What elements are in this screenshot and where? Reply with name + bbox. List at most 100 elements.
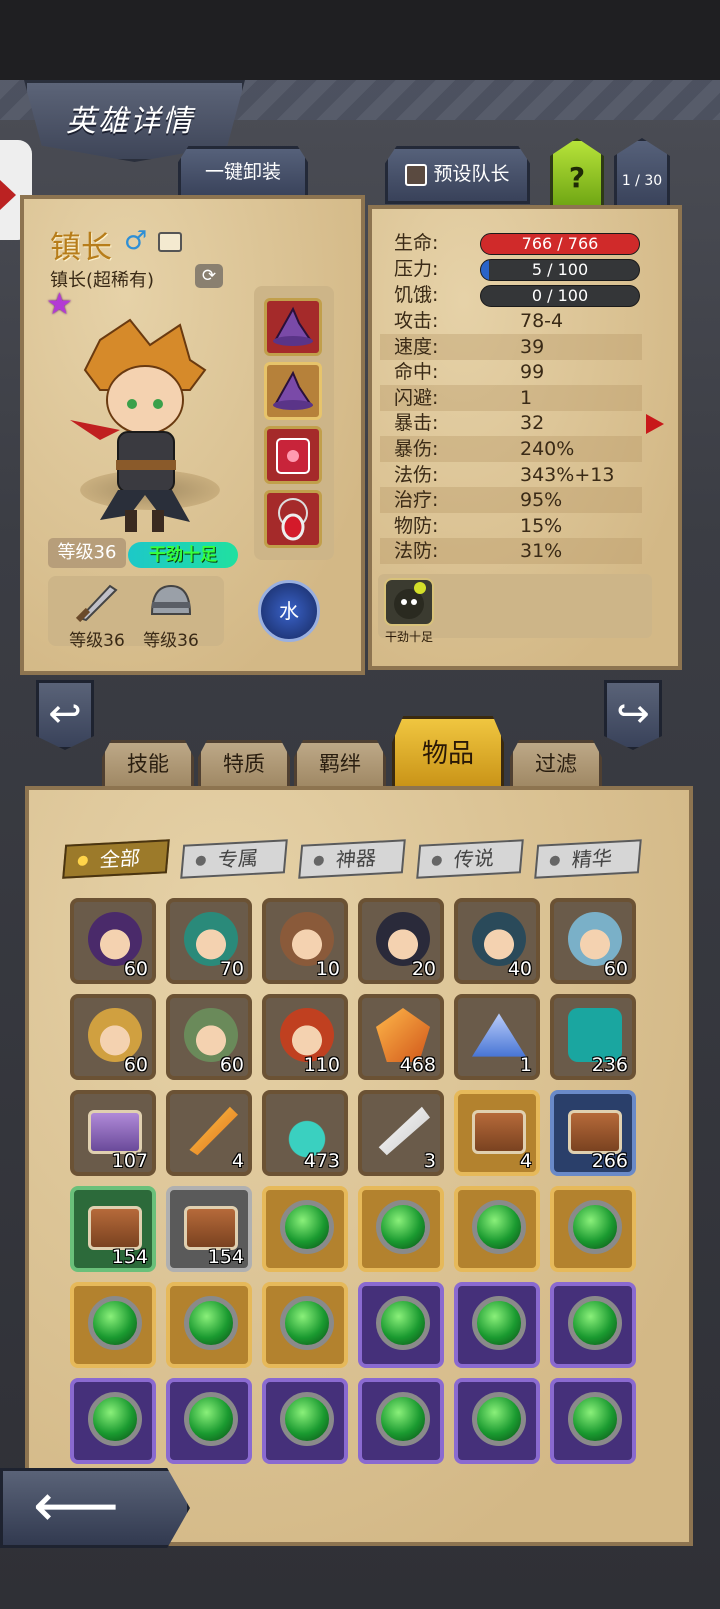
inventory-slot[interactable]: 154 <box>70 1186 156 1272</box>
item-count: 4 <box>231 1150 244 1172</box>
stat-row: 暴击: 32 <box>380 410 642 436</box>
stat-hunger: 饥饿: 0 / 100 <box>380 282 642 308</box>
back-button[interactable]: ⟵ <box>0 1468 190 1548</box>
purple-hat-icon <box>273 370 313 410</box>
trait-icon-label: 干劲十足 <box>384 630 433 644</box>
tab-bonds[interactable]: 羁绊 <box>294 740 386 790</box>
inventory-slot[interactable] <box>550 1186 636 1272</box>
stress-bar: 5 / 100 <box>480 259 640 281</box>
hero-portrait[interactable] <box>40 300 250 550</box>
previous-hero-button[interactable]: ↩ <box>36 680 94 750</box>
hero-level: 等级36 <box>48 538 126 568</box>
armor-slot[interactable]: 等级36 <box>136 580 206 651</box>
green-gem-icon <box>280 1200 334 1254</box>
inventory-slot[interactable] <box>550 1282 636 1368</box>
stat-label: 暴击: <box>394 412 439 435</box>
inventory-slot[interactable]: 10 <box>262 898 348 984</box>
inventory-slot[interactable]: 110 <box>262 994 348 1080</box>
inventory-slot[interactable] <box>358 1378 444 1464</box>
equip-slot-hat[interactable] <box>264 298 322 356</box>
weapon-slot[interactable]: 等级36 <box>62 580 132 651</box>
purple-chest-icon <box>88 1110 142 1154</box>
hero-name: 镇长 <box>50 230 112 266</box>
stat-value: 240% <box>520 438 575 460</box>
inventory-slot[interactable]: 154 <box>166 1186 252 1272</box>
green-gem-icon <box>184 1392 238 1446</box>
stat-value: 95% <box>520 489 563 512</box>
expand-stats-arrow-icon[interactable] <box>646 414 664 434</box>
arrow-left-icon: ↩ <box>48 691 82 737</box>
green-gem-icon <box>280 1392 334 1446</box>
filter-legendary[interactable]: 传说 <box>416 839 524 879</box>
stat-row: 法防: 31% <box>380 538 642 565</box>
inventory-slot[interactable]: 236 <box>550 994 636 1080</box>
edit-name-icon[interactable] <box>158 232 182 252</box>
inventory-slot[interactable]: 473 <box>262 1090 348 1176</box>
stat-value: 31% <box>520 540 563 563</box>
inventory-slot[interactable] <box>262 1186 348 1272</box>
equip-slot-amulet[interactable] <box>264 490 322 548</box>
inventory-slot[interactable] <box>166 1378 252 1464</box>
inventory-slot[interactable]: 1 <box>454 994 540 1080</box>
filter-all[interactable]: 全部 <box>62 839 170 879</box>
item-count: 20 <box>411 958 436 980</box>
inventory-slot[interactable]: 4 <box>166 1090 252 1176</box>
stress-bar-fill <box>481 260 489 280</box>
inventory-slot[interactable] <box>70 1378 156 1464</box>
inventory-slot[interactable] <box>358 1282 444 1368</box>
stat-label: 法防: <box>394 540 439 563</box>
green-gem-icon <box>568 1296 622 1350</box>
tab-items[interactable]: 物品 <box>392 716 504 792</box>
inventory-slot[interactable]: 468 <box>358 994 444 1080</box>
unload-all-button[interactable]: 一键卸装 <box>178 146 308 200</box>
filter-essence[interactable]: 精华 <box>534 839 642 879</box>
inventory-slot[interactable] <box>166 1282 252 1368</box>
inventory-slot[interactable]: 3 <box>358 1090 444 1176</box>
preset-captain-toggle[interactable]: 预设队长 <box>385 146 530 204</box>
inventory-slot[interactable] <box>262 1282 348 1368</box>
inventory-slot[interactable]: 107 <box>70 1090 156 1176</box>
inventory-slot[interactable] <box>262 1378 348 1464</box>
stress-value: 5 / 100 <box>531 260 589 279</box>
preset-captain-label: 预设队长 <box>433 163 510 185</box>
swap-class-icon[interactable]: ⟳ <box>195 264 223 288</box>
inventory-slot[interactable] <box>454 1282 540 1368</box>
male-icon: ♂ <box>124 226 148 256</box>
checkbox-icon[interactable] <box>405 163 428 186</box>
filter-artifact[interactable]: 神器 <box>298 839 406 879</box>
stat-label: 暴伤: <box>394 438 439 460</box>
stat-row: 攻击: 78-4 <box>380 308 642 334</box>
inventory-slot[interactable] <box>358 1186 444 1272</box>
green-gem-icon <box>472 1392 526 1446</box>
stat-label: 饥饿: <box>394 284 439 306</box>
inventory-slot[interactable]: 266 <box>550 1090 636 1176</box>
tab-skills[interactable]: 技能 <box>102 740 194 790</box>
tab-filter[interactable]: 过滤 <box>510 740 602 790</box>
inventory-slot[interactable] <box>454 1186 540 1272</box>
inventory-slot[interactable]: 60 <box>70 898 156 984</box>
inventory-slot[interactable] <box>550 1378 636 1464</box>
inventory-slot[interactable]: 70 <box>166 898 252 984</box>
equip-slot-book[interactable] <box>264 426 322 484</box>
item-count: 40 <box>507 958 532 980</box>
stat-row: 闪避: 1 <box>380 384 642 411</box>
page-title: 英雄详情 <box>66 104 194 139</box>
equip-slot-hat-2[interactable] <box>264 362 322 420</box>
inventory-slot[interactable]: 60 <box>70 994 156 1080</box>
inventory-slot[interactable] <box>454 1378 540 1464</box>
stat-label: 压力: <box>394 258 439 280</box>
next-hero-button[interactable]: ↪ <box>604 680 662 750</box>
element-badge[interactable]: 水 <box>258 580 320 642</box>
inventory-slot[interactable]: 60 <box>550 898 636 984</box>
green-gem-icon <box>184 1296 238 1350</box>
inventory-slot[interactable]: 40 <box>454 898 540 984</box>
green-gem-icon <box>376 1200 430 1254</box>
trait-icon[interactable] <box>384 578 434 626</box>
inventory-slot[interactable] <box>70 1282 156 1368</box>
tab-traits[interactable]: 特质 <box>198 740 290 790</box>
filter-exclusive[interactable]: 专属 <box>180 839 288 879</box>
inventory-slot[interactable]: 20 <box>358 898 444 984</box>
inventory-slot[interactable]: 60 <box>166 994 252 1080</box>
chest-icon <box>472 1110 526 1154</box>
inventory-slot[interactable]: 4 <box>454 1090 540 1176</box>
